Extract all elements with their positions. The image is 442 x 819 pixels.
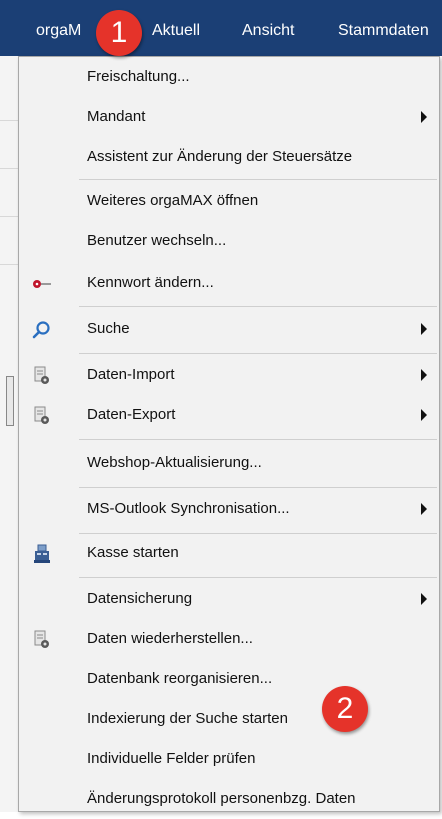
key-icon — [31, 273, 53, 295]
document-gear-icon — [31, 365, 53, 387]
menu-item-felder-pruefen[interactable]: Individuelle Felder prüfen — [19, 739, 439, 779]
menu-item-weiteres-orgamax[interactable]: Weiteres orgaMAX öffnen — [19, 181, 439, 221]
menu-item-daten-import[interactable]: Daten-Import — [19, 355, 439, 395]
menu-item-outlook-sync[interactable]: MS-Outlook Synchronisation... — [19, 489, 439, 529]
row-line — [0, 216, 18, 217]
menu-item-label: Freischaltung... — [87, 68, 190, 85]
menu-item-label: Daten wiederherstellen... — [87, 630, 253, 647]
menu-ansicht[interactable]: Ansicht — [242, 18, 294, 44]
row-line — [0, 120, 18, 121]
menu-item-label: Webshop-Aktualisierung... — [87, 454, 262, 471]
menu-item-aenderungsprotokoll[interactable]: Änderungsprotokoll personenbzg. Daten — [19, 779, 439, 819]
menu-item-label: Assistent zur Änderung der Steuersätze — [87, 148, 353, 165]
menu-item-label: Weiteres orgaMAX öffnen — [87, 192, 259, 209]
menu-item-label: Kasse starten — [87, 544, 179, 561]
menu-bar: orgaM Aktuell Ansicht Stammdaten — [0, 0, 442, 56]
menu-item-label: Suche — [87, 320, 130, 337]
row-line — [0, 264, 18, 265]
search-icon — [31, 319, 53, 341]
menu-stammdaten[interactable]: Stammdaten — [338, 18, 429, 44]
menu-item-label: Daten-Export — [87, 406, 176, 423]
menu-item-benutzer-wechseln[interactable]: Benutzer wechseln... — [19, 221, 439, 261]
menu-item-label: Benutzer wechseln... — [87, 232, 227, 249]
menu-item-label: Änderungsprotokoll personenbzg. Daten — [87, 790, 356, 807]
menu-separator — [79, 306, 437, 307]
background-window-strip — [0, 56, 19, 812]
submenu-arrow-icon — [421, 409, 427, 421]
menu-item-webshop[interactable]: Webshop-Aktualisierung... — [19, 443, 439, 483]
callout-badge-1: 1 — [96, 10, 142, 56]
menu-separator — [79, 577, 437, 578]
menu-item-label: Kennwort ändern... — [87, 274, 214, 291]
menu-item-steuersaetze[interactable]: Assistent zur Änderung der Steuersätze — [19, 137, 439, 177]
menu-aktuell[interactable]: Aktuell — [152, 18, 200, 44]
menu-separator — [79, 487, 437, 488]
menu-item-label: Indexierung der Suche starten — [87, 710, 288, 727]
dropdown-menu: Freischaltung... Mandant Assistent zur Ä… — [18, 56, 440, 812]
menu-item-datensicherung[interactable]: Datensicherung — [19, 579, 439, 619]
row-line — [0, 168, 18, 169]
submenu-arrow-icon — [421, 323, 427, 335]
submenu-arrow-icon — [421, 593, 427, 605]
document-gear-icon — [31, 405, 53, 427]
menu-item-daten-wiederherstellen[interactable]: Daten wiederherstellen... — [19, 619, 439, 659]
menu-app[interactable]: orgaM — [36, 18, 81, 44]
menu-separator — [79, 439, 437, 440]
menu-item-label: Datensicherung — [87, 590, 193, 607]
cash-register-icon — [31, 543, 53, 565]
menu-separator — [79, 179, 437, 180]
menu-item-label: Datenbank reorganisieren... — [87, 670, 273, 687]
callout-badge-2: 2 — [322, 686, 368, 732]
menu-item-indexierung[interactable]: Indexierung der Suche starten — [19, 699, 439, 739]
menu-item-label: Individuelle Felder prüfen — [87, 750, 256, 767]
menu-item-mandant[interactable]: Mandant — [19, 97, 439, 137]
menu-item-daten-export[interactable]: Daten-Export — [19, 395, 439, 435]
menu-item-kennwort[interactable]: Kennwort ändern... — [19, 263, 439, 303]
submenu-arrow-icon — [421, 369, 427, 381]
document-gear-icon — [31, 629, 53, 651]
menu-item-freischaltung[interactable]: Freischaltung... — [19, 57, 439, 97]
menu-item-label: MS-Outlook Synchronisation... — [87, 500, 290, 517]
menu-item-label: Mandant — [87, 108, 146, 125]
submenu-arrow-icon — [421, 111, 427, 123]
submenu-arrow-icon — [421, 503, 427, 515]
splitter-handle[interactable] — [6, 376, 14, 426]
menu-separator — [79, 353, 437, 354]
menu-item-label: Daten-Import — [87, 366, 175, 383]
menu-item-suche[interactable]: Suche — [19, 309, 439, 349]
menu-item-kasse[interactable]: Kasse starten — [19, 533, 439, 573]
menu-item-datenbank-reorganisieren[interactable]: Datenbank reorganisieren... — [19, 659, 439, 699]
